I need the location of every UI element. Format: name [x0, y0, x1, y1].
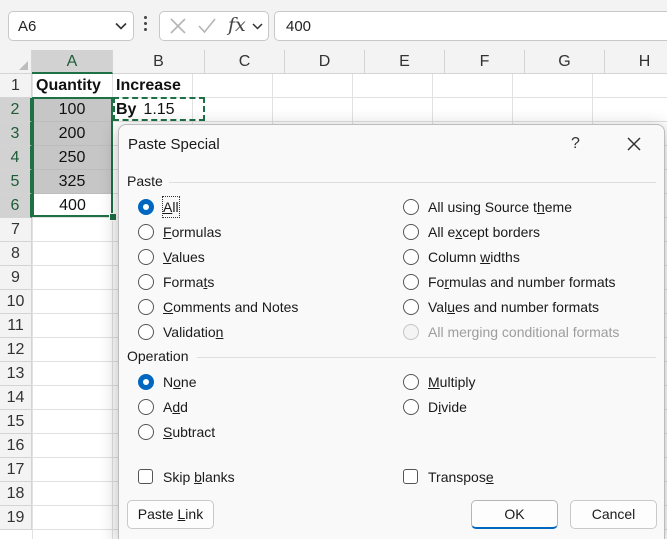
option-label: Add: [163, 399, 188, 415]
cell-a4[interactable]: 250: [32, 146, 113, 170]
section-divider: [197, 357, 656, 358]
column-header-c[interactable]: C: [205, 50, 285, 74]
cell-b1[interactable]: Increase By: [116, 74, 205, 118]
option-label: All: [162, 196, 180, 218]
radio-icon[interactable]: [403, 299, 419, 315]
fill-handle[interactable]: [109, 213, 117, 221]
radio-icon[interactable]: [403, 374, 419, 390]
checkbox-icon[interactable]: [403, 469, 418, 484]
select-all-corner[interactable]: [0, 50, 32, 74]
row-header-5[interactable]: 5: [0, 170, 32, 194]
row-header-8[interactable]: 8: [0, 242, 32, 266]
formula-bar: A6 fx 400: [0, 0, 667, 50]
row-header-9[interactable]: 9: [0, 266, 32, 290]
option-label: All merging conditional formats: [428, 324, 620, 340]
chevron-down-icon[interactable]: [251, 20, 264, 38]
ok-button[interactable]: OK: [471, 500, 558, 529]
paste-section-label: Paste: [127, 173, 163, 189]
formula-text: 400: [286, 18, 312, 35]
radio-icon[interactable]: [138, 324, 154, 340]
cell-a3[interactable]: 200: [32, 122, 113, 146]
row-header-10[interactable]: 10: [0, 290, 32, 314]
radio-icon[interactable]: [138, 374, 154, 390]
section-divider: [169, 182, 656, 183]
radio-icon: [403, 324, 419, 340]
row-header-3[interactable]: 3: [0, 122, 32, 146]
radio-icon[interactable]: [138, 199, 154, 215]
help-button[interactable]: ?: [571, 135, 580, 153]
close-icon[interactable]: [625, 135, 643, 158]
row-header-18[interactable]: 18: [0, 482, 32, 506]
checkbox-icon[interactable]: [138, 469, 153, 484]
radio-icon[interactable]: [403, 199, 419, 215]
row-header-12[interactable]: 12: [0, 338, 32, 362]
cell-a1[interactable]: Quantity: [36, 74, 113, 98]
option-label: Formats: [163, 274, 215, 290]
row-header-14[interactable]: 14: [0, 386, 32, 410]
column-header-b[interactable]: B: [113, 50, 205, 74]
column-header-h[interactable]: H: [605, 50, 667, 74]
row-header-16[interactable]: 16: [0, 434, 32, 458]
dialog-title: Paste Special: [128, 136, 220, 153]
column-header-f[interactable]: F: [445, 50, 525, 74]
row-header-17[interactable]: 17: [0, 458, 32, 482]
row-header-1[interactable]: 1: [0, 74, 32, 98]
column-header-g[interactable]: G: [525, 50, 605, 74]
column-header-d[interactable]: D: [285, 50, 365, 74]
chevron-down-icon[interactable]: [114, 19, 128, 38]
copy-marquee: [113, 97, 205, 121]
radio-icon[interactable]: [403, 399, 419, 415]
operation-section-label: Operation: [127, 348, 189, 364]
option-label: Skip blanks: [163, 469, 235, 485]
name-box-value: A6: [18, 18, 37, 35]
cell-a5[interactable]: 325: [32, 170, 113, 194]
paste-link-button[interactable]: Paste Link: [127, 500, 214, 529]
cancel-button[interactable]: Cancel: [570, 500, 657, 529]
cell-a6-active[interactable]: 400: [32, 194, 113, 218]
radio-icon[interactable]: [138, 399, 154, 415]
column-header-a[interactable]: A: [32, 50, 113, 74]
radio-icon[interactable]: [138, 424, 154, 440]
confirm-check-icon[interactable]: [197, 17, 217, 40]
option-label: Values: [163, 249, 205, 265]
option-label: Subtract: [163, 424, 216, 440]
option-label: Validation: [163, 324, 224, 340]
radio-icon[interactable]: [138, 274, 154, 290]
option-label: All except borders: [428, 224, 541, 240]
option-label: Comments and Notes: [163, 299, 299, 315]
option-label: Divide: [428, 399, 467, 415]
option-label: Transpose: [428, 469, 494, 485]
name-box[interactable]: A6: [8, 11, 134, 41]
row-header-13[interactable]: 13: [0, 362, 32, 386]
column-header-e[interactable]: E: [365, 50, 445, 74]
row-header-2[interactable]: 2: [0, 98, 32, 122]
option-label: Formulas and number formats: [428, 274, 616, 290]
paste-special-dialog: Paste Special ? Paste All Formulas Value…: [118, 124, 665, 539]
radio-icon[interactable]: [138, 224, 154, 240]
more-options-icon[interactable]: [143, 16, 148, 34]
row-header-7[interactable]: 7: [0, 218, 32, 242]
cell-a2[interactable]: 100: [32, 98, 113, 122]
option-label: All using Source theme: [428, 199, 572, 215]
insert-function-icon[interactable]: fx: [228, 14, 246, 36]
row-header-6[interactable]: 6: [0, 194, 32, 218]
radio-icon[interactable]: [138, 249, 154, 265]
row-header-19[interactable]: 19: [0, 506, 32, 530]
option-label: Formulas: [163, 224, 222, 240]
radio-icon[interactable]: [403, 249, 419, 265]
row-header-15[interactable]: 15: [0, 410, 32, 434]
option-label: None: [163, 374, 197, 390]
option-label: Column widths: [428, 249, 520, 265]
formula-buttons: fx: [159, 11, 269, 41]
radio-icon[interactable]: [138, 299, 154, 315]
radio-icon[interactable]: [403, 274, 419, 290]
row-header-11[interactable]: 11: [0, 314, 32, 338]
option-label: Values and number formats: [428, 299, 599, 315]
row-header-4[interactable]: 4: [0, 146, 32, 170]
formula-input[interactable]: 400: [274, 11, 667, 41]
radio-icon[interactable]: [403, 224, 419, 240]
option-label: Multiply: [428, 374, 476, 390]
cancel-x-icon[interactable]: [169, 17, 187, 40]
